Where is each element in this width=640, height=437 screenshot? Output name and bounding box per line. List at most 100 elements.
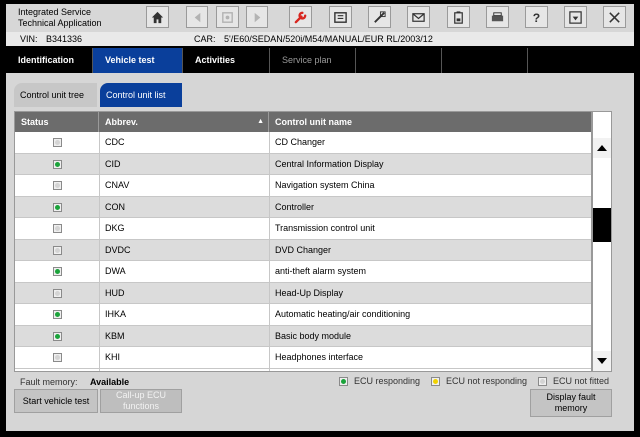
name-cell: Headphones interface [275, 352, 364, 362]
tab-service-plan[interactable]: Service plan [270, 48, 356, 73]
svg-text:?: ? [533, 11, 540, 25]
legend-responding: ECU responding [339, 376, 420, 386]
column-header-status[interactable]: Status [15, 112, 99, 132]
call-up-ecu-line2: functions [122, 401, 160, 411]
scroll-down-button[interactable] [593, 351, 611, 371]
display-fault-memory-button[interactable]: Display fault memory [530, 389, 612, 417]
abbrev-cell: IHKA [105, 309, 127, 319]
dropdown-button[interactable] [564, 6, 587, 28]
name-cell: CD Changer [275, 137, 326, 147]
name-cell: Navigation system China [275, 180, 375, 190]
abbrev-cell: CID [105, 158, 121, 169]
fault-memory-value: Available [90, 377, 130, 387]
status-indicator-icon [52, 224, 62, 233]
table-header: Status Abbrev. ▲ Control unit name [15, 112, 591, 132]
mail-icon [412, 12, 425, 22]
column-header-abbrev[interactable]: Abbrev. ▲ [99, 112, 269, 132]
responding-indicator-icon [339, 376, 348, 386]
table-row[interactable]: CID Central Information Display [15, 153, 591, 175]
table-row[interactable]: CDC CD Changer [15, 132, 591, 154]
vin-value: B341336 [46, 34, 83, 44]
battery-button[interactable] [447, 6, 470, 28]
name-cell: Basic body module [275, 330, 352, 341]
abbrev-cell: DVDC [105, 244, 131, 255]
subtab-control-unit-tree[interactable]: Control unit tree [14, 83, 97, 108]
manual-icon [334, 11, 347, 23]
name-cell: Controller [275, 201, 315, 212]
abbrev-cell: CON [105, 201, 125, 212]
close-button[interactable] [603, 6, 626, 28]
table-row[interactable]: CON Controller [15, 196, 591, 218]
tab-empty-3 [528, 48, 634, 73]
legend-responding-label: ECU responding [354, 376, 421, 386]
table-row[interactable]: DKG Transmission control unit [15, 218, 591, 240]
app-title-line2: Technical Application [18, 18, 102, 28]
status-indicator-icon [52, 138, 62, 147]
table-row[interactable]: HUD Head-Up Display [15, 282, 591, 304]
sort-ascending-icon: ▲ [257, 118, 264, 125]
print-settings-icon [222, 11, 233, 23]
name-cell: Head-Up Display [275, 287, 344, 298]
abbrev-cell: DKG [105, 223, 125, 233]
status-cell [15, 326, 99, 347]
home-button[interactable] [146, 6, 169, 28]
print-button[interactable] [486, 6, 509, 28]
name-cell: anti-theft alarm system [275, 266, 367, 276]
vehicle-info-bar: VIN: B341336 CAR: 5'/E60/SEDAN/520i/M54/… [6, 32, 634, 46]
app-title-line1: Integrated Service [18, 7, 92, 17]
arrow-up-icon [597, 145, 607, 151]
dropdown-icon [569, 10, 582, 24]
help-icon: ? [533, 11, 540, 25]
vin-label: VIN: [20, 34, 38, 44]
display-fault-line1: Display fault [546, 392, 596, 402]
control-unit-table: Status Abbrev. ▲ Control unit name CDC CD… [14, 111, 592, 372]
column-divider [269, 132, 270, 371]
table-row[interactable]: IHKA Automatic heating/air conditioning [15, 304, 591, 326]
display-fault-line2: memory [554, 403, 588, 413]
table-row[interactable]: KBM Basic body module [15, 325, 591, 347]
tab-vehicle-test[interactable]: Vehicle test [93, 48, 183, 73]
connect-icon [374, 10, 386, 23]
forward-button[interactable] [246, 6, 268, 28]
tab-activities[interactable]: Activities [183, 48, 270, 73]
legend-not-fitted: ECU not fitted [538, 376, 609, 386]
help-button[interactable]: ? [525, 6, 548, 28]
service-button[interactable] [289, 6, 312, 28]
car-value: 5'/E60/SEDAN/520i/M54/MANUAL/EUR RL/2003… [224, 34, 433, 44]
back-button[interactable] [186, 6, 208, 28]
table-row[interactable]: DVDC DVD Changer [15, 239, 591, 261]
app-title: Integrated Service Technical Application [18, 7, 102, 29]
sub-tab-bar: Control unit tree Control unit list [6, 73, 634, 109]
status-cell [15, 218, 99, 239]
table-row[interactable]: CNAV Navigation system China [15, 175, 591, 197]
name-cell: DVD Changer [275, 244, 332, 255]
status-indicator-icon [52, 159, 62, 169]
connect-button[interactable] [368, 6, 391, 28]
column-header-abbrev-label: Abbrev. [105, 117, 138, 127]
abbrev-cell: HUD [105, 287, 125, 298]
name-cell: Central Information Display [275, 158, 384, 169]
column-header-name[interactable]: Control unit name [269, 112, 591, 132]
name-cell: Transmission control unit [275, 223, 375, 233]
manual-button[interactable] [329, 6, 352, 28]
print-settings-button[interactable] [216, 6, 239, 28]
table-row[interactable]: KHI Headphones interface [15, 347, 591, 369]
application-window: Integrated Service Technical Application [0, 0, 640, 437]
subtab-control-unit-list[interactable]: Control unit list [100, 83, 182, 108]
vertical-scrollbar[interactable] [592, 111, 612, 372]
status-indicator-icon [52, 331, 62, 341]
call-up-ecu-functions-button[interactable]: Call-up ECU functions [100, 389, 182, 413]
mail-button[interactable] [407, 6, 430, 28]
status-cell [15, 132, 99, 153]
status-indicator-icon [52, 267, 62, 276]
start-vehicle-test-button[interactable]: Start vehicle test [14, 389, 98, 413]
not-fitted-indicator-icon [538, 376, 547, 386]
scroll-thumb[interactable] [593, 208, 611, 242]
scroll-up-button[interactable] [593, 138, 611, 158]
abbrev-cell: CNAV [105, 180, 130, 190]
wrench-icon [294, 11, 307, 23]
status-indicator-icon [52, 310, 62, 319]
tab-empty-2 [442, 48, 528, 73]
tab-identification[interactable]: Identification [6, 48, 93, 73]
table-row[interactable]: DWA anti-theft alarm system [15, 261, 591, 283]
